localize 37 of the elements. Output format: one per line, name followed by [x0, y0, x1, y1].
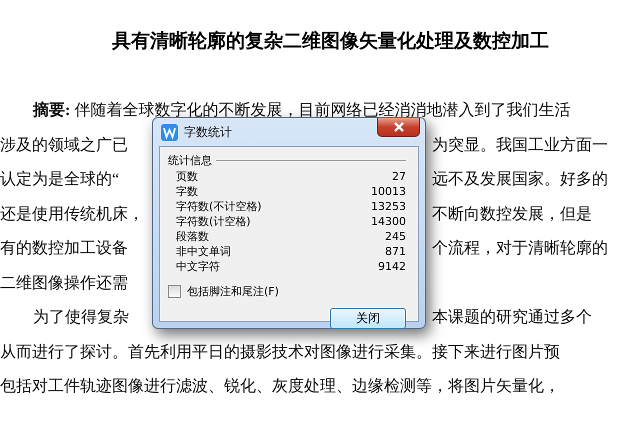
body-text: 涉及的领域之广已: [0, 136, 128, 156]
close-button[interactable]: [377, 118, 420, 137]
close-dialog-button[interactable]: 关闭: [330, 308, 406, 329]
stat-value: 9142: [378, 259, 406, 274]
stat-value: 871: [385, 244, 406, 259]
body-text: 二维图像操作还需: [0, 274, 128, 294]
body-text: 从而进行了探讨。首先利用平日的摄影技术对图像进行采集。接下来进行图片预: [0, 342, 560, 363]
checkbox[interactable]: [168, 285, 181, 298]
dialog-title: 字数统计: [184, 124, 232, 140]
body-text: 个流程，对于清晰轮廓的: [432, 239, 608, 260]
body-text: 远不及发展国家。好多的: [432, 170, 608, 190]
stat-label: 字符数(计空格): [176, 214, 251, 229]
document-title: 具有清晰轮廓的复杂二维图像矢量化处理及数控加工: [111, 29, 550, 54]
body-text: 有的数控加工设备: [0, 239, 128, 259]
body-text: 认定为是全球的“: [0, 170, 120, 190]
stat-value: 14300: [371, 214, 406, 229]
stat-label: 字符数(不计空格): [176, 199, 262, 214]
stat-value: 245: [385, 229, 406, 244]
body-text: 不断向数控发展，但是: [432, 204, 592, 225]
app-logo-icon: [161, 124, 178, 140]
checkbox-label: 包括脚注和尾注(F): [187, 284, 279, 299]
stat-value: 27: [392, 169, 406, 184]
stat-value: 13253: [371, 199, 406, 214]
body-text: 为突显。我国工业方面一: [432, 136, 608, 156]
stat-label: 非中文单词: [176, 244, 231, 259]
body-text: 还是使用传统机床，: [0, 204, 144, 224]
stat-label: 字数: [176, 184, 198, 199]
body-text: 本课题的研究通过多个: [432, 308, 592, 328]
section-label: 统计信息: [168, 153, 212, 168]
body-text: 摘要: 伴随着全球数字化的不断发展，目前网络已经消消地潜入到了我们生活: [33, 101, 570, 122]
stat-label: 页数: [176, 169, 198, 184]
stat-value: 10013: [371, 184, 406, 199]
body-text: 为了使得复杂: [33, 308, 129, 328]
stat-label: 段落数: [176, 229, 209, 244]
body-text: 包括对工件轨迹图像进行滤波、锐化、灰度处理、边缘检测等，将图片矢量化，: [0, 377, 560, 398]
stat-label: 中文字符: [176, 259, 220, 274]
close-icon: [392, 122, 404, 132]
